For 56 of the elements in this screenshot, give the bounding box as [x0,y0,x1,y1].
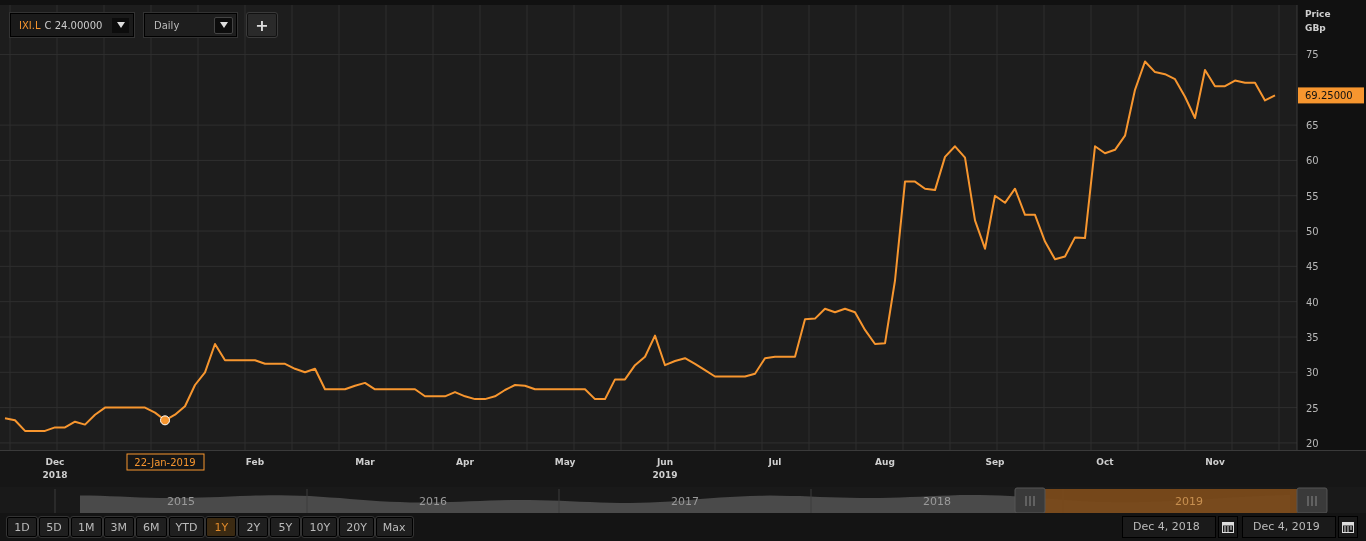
month-label: Feb [245,457,265,467]
axis-tick-label: 60 [1306,155,1319,167]
axis-tick-label: 65 [1306,120,1319,132]
range-button[interactable]: 1D [7,517,37,537]
range-handle[interactable] [1296,487,1328,513]
month-label: Dec 2018 [42,457,68,480]
axis-title: Price [1305,9,1331,19]
axis-tick-label: 55 [1306,190,1319,202]
last-price-tag: 69.25000 [1298,87,1364,104]
range-handle[interactable] [1014,487,1046,513]
navigator-year-label: 2015 [167,495,195,508]
interval-value: Daily [154,19,181,31]
symbol-selector[interactable]: IXI.L C 24.00000 [10,13,134,37]
range-button[interactable]: YTD [168,517,205,537]
range-button[interactable]: 10Y [302,517,338,537]
axis-unit: GBp [1305,23,1326,33]
axis-tick-label: 75 [1306,49,1319,61]
range-button[interactable]: 20Y [339,517,374,537]
crosshair-marker [160,415,170,426]
month-label: May [554,457,576,467]
axis-tick-label: 50 [1306,226,1319,238]
calendar-icon[interactable] [1218,516,1238,538]
axis-tick-label: 25 [1306,402,1319,414]
month-label: Apr [456,457,474,467]
crosshair-date-label: 22-Jan-2019 [126,453,205,471]
navigator-year-label: 2018 [923,495,951,508]
navigator-year-label: 2017 [671,495,699,508]
start-date-field[interactable]: Dec 4, 2018 [1122,516,1216,538]
month-label: Nov [1205,457,1225,467]
calendar-icon[interactable] [1338,516,1358,538]
axis-tick-label: 20 [1306,437,1319,449]
month-label: Aug [875,457,895,467]
range-button[interactable]: 1Y [206,517,237,537]
range-button[interactable]: 1M [71,517,102,537]
axis-tick-label: 35 [1306,332,1319,343]
navigator-year-label: 2016 [419,495,447,508]
navigator-year-label: 2019 [1175,495,1203,508]
axis-tick-label: 30 [1306,367,1319,379]
month-label: Mar [355,457,375,467]
symbol-code: IXI.L [19,19,41,31]
month-label: Jun 2019 [652,457,678,480]
range-button[interactable]: 6M [136,517,167,537]
symbol-quote: C 24.00000 [44,19,104,31]
end-date-field[interactable]: Dec 4, 2019 [1242,516,1336,538]
interval-dropdown[interactable]: Daily [144,13,237,37]
month-label: Jul [768,457,782,467]
axis-tick-label: 45 [1306,261,1319,273]
axis-tick-label: 40 [1306,296,1319,308]
range-button[interactable]: 2Y [238,517,269,537]
range-button[interactable]: 5D [39,517,69,537]
add-button[interactable]: + [247,13,277,37]
month-label: Oct [1096,457,1114,467]
range-button[interactable]: Max [375,517,413,537]
range-button[interactable]: 5Y [270,517,301,537]
month-label: Sep [985,457,1005,467]
range-button[interactable]: 3M [103,517,134,537]
